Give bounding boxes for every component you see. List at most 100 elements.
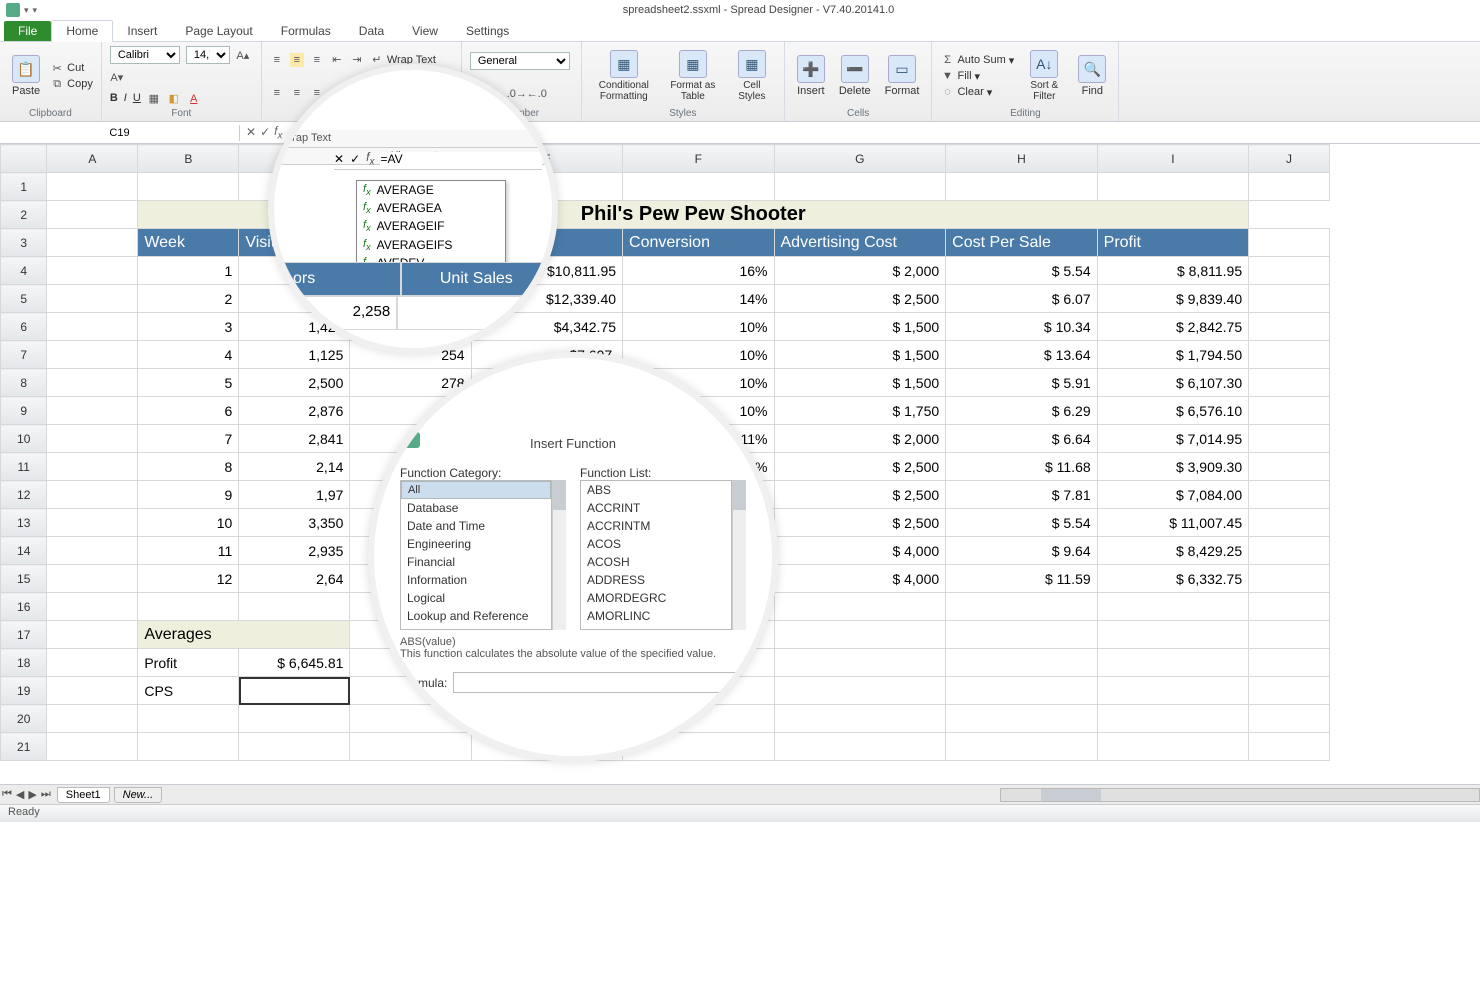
cell-A20[interactable] xyxy=(47,705,138,733)
align-center-icon[interactable]: ≡ xyxy=(290,86,304,100)
cell-B21[interactable] xyxy=(138,733,239,761)
fn-scrollbar[interactable] xyxy=(732,480,746,630)
data-cell[interactable]: $ 2,500 xyxy=(774,285,946,313)
cell-J21[interactable] xyxy=(1249,733,1330,761)
cell-J7[interactable] xyxy=(1249,341,1330,369)
col-header-G[interactable]: G xyxy=(774,145,946,173)
cell-J12[interactable] xyxy=(1249,481,1330,509)
data-cell[interactable]: $ 11.68 xyxy=(946,453,1097,481)
row-header-14[interactable]: 14 xyxy=(1,537,47,565)
bold-button[interactable]: B xyxy=(110,92,118,106)
cell-A3[interactable] xyxy=(47,229,138,257)
data-cell[interactable]: $ 6.07 xyxy=(946,285,1097,313)
tab-view[interactable]: View xyxy=(398,21,452,41)
cell-J5[interactable] xyxy=(1249,285,1330,313)
font-name-select[interactable]: Calibri xyxy=(110,46,180,64)
cell-A9[interactable] xyxy=(47,397,138,425)
data-cell[interactable]: $ 2,000 xyxy=(774,257,946,285)
profit-label[interactable]: Profit xyxy=(138,649,239,677)
sort-filter-button[interactable]: A↓Sort & Filter xyxy=(1020,48,1068,104)
cell-A14[interactable] xyxy=(47,537,138,565)
fill-button[interactable]: ▼Fill ▾ xyxy=(940,69,1014,83)
col-header-A[interactable]: A xyxy=(47,145,138,173)
cell-A17[interactable] xyxy=(47,621,138,649)
sheet-nav-last-icon[interactable]: ⏭ xyxy=(39,788,53,801)
function-item[interactable]: ACOS xyxy=(581,535,731,553)
tab-home[interactable]: Home xyxy=(51,20,113,42)
cell-J6[interactable] xyxy=(1249,313,1330,341)
cell-J10[interactable] xyxy=(1249,425,1330,453)
qat-dropdown-icon[interactable]: ▾ xyxy=(24,5,29,16)
horizontal-scrollbar[interactable] xyxy=(1000,788,1480,802)
cell-I21[interactable] xyxy=(1097,733,1248,761)
cell-H1[interactable] xyxy=(946,173,1097,201)
cell-I17[interactable] xyxy=(1097,621,1248,649)
select-all-corner[interactable] xyxy=(1,145,47,173)
function-item[interactable]: AMORDEGRC xyxy=(581,589,731,607)
active-cell[interactable] xyxy=(239,677,350,705)
tab-formulas[interactable]: Formulas xyxy=(267,21,345,41)
function-item[interactable]: AMORLINC xyxy=(581,607,731,625)
row-header-15[interactable]: 15 xyxy=(1,565,47,593)
row-header-20[interactable]: 20 xyxy=(1,705,47,733)
row-header-21[interactable]: 21 xyxy=(1,733,47,761)
data-cell[interactable]: $ 5.54 xyxy=(946,257,1097,285)
cell-H20[interactable] xyxy=(946,705,1097,733)
header-cell[interactable]: Week xyxy=(138,229,239,257)
ac-item[interactable]: fxAVERAGEIFS xyxy=(357,236,505,254)
profit-value[interactable]: $ 6,645.81 xyxy=(239,649,350,677)
cell-styles-button[interactable]: ▦Cell Styles xyxy=(728,48,776,104)
data-cell[interactable]: 2,14 xyxy=(239,453,350,481)
cell-A21[interactable] xyxy=(47,733,138,761)
row-header-3[interactable]: 3 xyxy=(1,229,47,257)
cell-I19[interactable] xyxy=(1097,677,1248,705)
row-header-2[interactable]: 2 xyxy=(1,201,47,229)
indent-inc-icon[interactable]: ⇥ xyxy=(350,53,364,67)
cell-A5[interactable] xyxy=(47,285,138,313)
scroll-thumb[interactable] xyxy=(1041,789,1101,801)
category-item[interactable]: Engineering xyxy=(401,535,551,553)
inc-decimal-icon[interactable]: .0→ xyxy=(510,87,524,101)
cell-A4[interactable] xyxy=(47,257,138,285)
delete-button[interactable]: ➖Delete xyxy=(835,53,875,99)
autosum-button[interactable]: ΣAuto Sum ▾ xyxy=(940,53,1014,67)
cancel-formula-icon[interactable]: ✕ xyxy=(246,125,256,139)
cell-H21[interactable] xyxy=(946,733,1097,761)
col-header-J[interactable]: J xyxy=(1249,145,1330,173)
cell-H17[interactable] xyxy=(946,621,1097,649)
cell-A1[interactable] xyxy=(47,173,138,201)
shrink-font-icon[interactable]: A▾ xyxy=(110,71,124,85)
sheet-nav-next-icon[interactable]: ▶ xyxy=(26,788,38,801)
cell-J13[interactable] xyxy=(1249,509,1330,537)
category-item[interactable]: All xyxy=(401,481,551,499)
tab-page-layout[interactable]: Page Layout xyxy=(171,21,266,41)
header-cell[interactable]: Profit xyxy=(1097,229,1248,257)
data-cell[interactable]: 1,97 xyxy=(239,481,350,509)
data-cell[interactable]: $ 1,500 xyxy=(774,369,946,397)
cell-A16[interactable] xyxy=(47,593,138,621)
category-item[interactable]: Database xyxy=(401,499,551,517)
cell-J4[interactable] xyxy=(1249,257,1330,285)
cell-J1[interactable] xyxy=(1249,173,1330,201)
cell-G19[interactable] xyxy=(774,677,946,705)
row-header-18[interactable]: 18 xyxy=(1,649,47,677)
number-format-select[interactable]: General xyxy=(470,52,570,70)
data-cell[interactable]: $ 2,842.75 xyxy=(1097,313,1248,341)
data-cell[interactable]: 2,841 xyxy=(239,425,350,453)
row-header-4[interactable]: 4 xyxy=(1,257,47,285)
data-cell[interactable]: $ 2,500 xyxy=(774,453,946,481)
cell-J15[interactable] xyxy=(1249,565,1330,593)
indent-dec-icon[interactable]: ⇤ xyxy=(330,53,344,67)
cell-B1[interactable] xyxy=(138,173,239,201)
row-header-10[interactable]: 10 xyxy=(1,425,47,453)
data-cell[interactable]: 10% xyxy=(623,313,774,341)
category-item[interactable]: Information xyxy=(401,571,551,589)
row-header-13[interactable]: 13 xyxy=(1,509,47,537)
data-cell[interactable]: $ 8,429.25 xyxy=(1097,537,1248,565)
cell-J11[interactable] xyxy=(1249,453,1330,481)
header-cell[interactable]: Conversion xyxy=(623,229,774,257)
cell-G18[interactable] xyxy=(774,649,946,677)
fx-icon[interactable]: fx xyxy=(366,150,374,167)
name-box[interactable]: C19 xyxy=(0,125,240,141)
data-cell[interactable]: $ 6.29 xyxy=(946,397,1097,425)
